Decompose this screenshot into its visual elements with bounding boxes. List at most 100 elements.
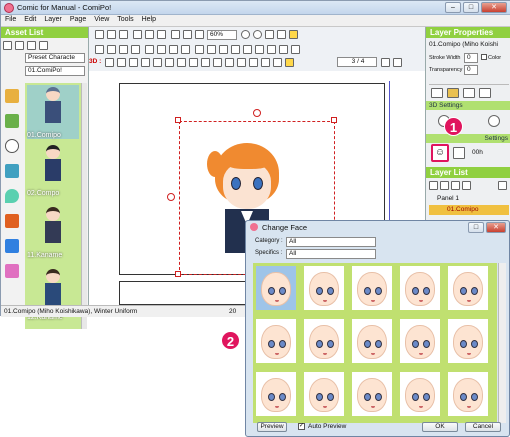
menu-layer[interactable]: Layer <box>40 15 66 24</box>
dialog-maximize-button[interactable]: □ <box>468 222 484 233</box>
layer-bottom-icon[interactable] <box>462 181 471 190</box>
last-page-icon[interactable] <box>393 58 402 67</box>
open-icon[interactable] <box>107 30 116 39</box>
dialog-close-button[interactable]: ✕ <box>486 222 506 233</box>
resize-handle-tr[interactable] <box>331 117 337 123</box>
preview-button[interactable]: Preview <box>257 422 287 432</box>
pan-icon[interactable] <box>153 58 162 67</box>
rotate-handle-left[interactable] <box>167 193 175 201</box>
panel-icon[interactable] <box>181 45 190 54</box>
rotate-y-icon[interactable] <box>117 58 126 67</box>
menu-tools[interactable]: Tools <box>113 15 137 24</box>
rotate-x-icon[interactable] <box>105 58 114 67</box>
menu-help[interactable]: Help <box>138 15 160 24</box>
fit-page-icon[interactable] <box>265 30 274 39</box>
outline-tab-icon[interactable] <box>463 88 475 98</box>
maximize-button[interactable]: □ <box>463 2 479 13</box>
asset-tool-c-icon[interactable] <box>27 41 36 50</box>
next-page-icon[interactable] <box>381 58 390 67</box>
reset-icon[interactable] <box>189 58 198 67</box>
group-icon[interactable] <box>145 45 154 54</box>
face-option[interactable] <box>400 319 440 363</box>
paste-icon[interactable] <box>157 30 166 39</box>
color-checkbox[interactable] <box>481 54 487 60</box>
asset-thumb-2[interactable]: 02.Compo <box>27 143 79 197</box>
view-front-icon[interactable] <box>249 58 258 67</box>
asset-tool-a-icon[interactable] <box>3 41 12 50</box>
align-icon[interactable] <box>237 58 246 67</box>
category-font-icon[interactable] <box>5 214 19 228</box>
layer-up-icon[interactable] <box>429 181 438 190</box>
lock-icon[interactable] <box>169 45 178 54</box>
redo-icon[interactable] <box>183 30 192 39</box>
page-indicator[interactable]: 3 / 4 <box>337 57 377 67</box>
transparency-input[interactable]: 0 <box>464 65 478 75</box>
asset-tool-b-icon[interactable] <box>15 41 24 50</box>
camera-icon[interactable] <box>165 58 174 67</box>
face-option[interactable] <box>352 372 392 416</box>
text-icon[interactable] <box>207 45 216 54</box>
face-option[interactable] <box>304 372 344 416</box>
view-side-icon[interactable] <box>261 58 270 67</box>
link-icon[interactable] <box>285 58 294 67</box>
character-tab-icon[interactable] <box>447 88 459 98</box>
face-option[interactable] <box>448 319 488 363</box>
zoom-in-icon[interactable] <box>241 30 250 39</box>
category-item-icon[interactable] <box>5 164 19 178</box>
category-background-icon[interactable] <box>5 114 19 128</box>
zoom-out-icon[interactable] <box>253 30 262 39</box>
cut-icon[interactable] <box>133 30 142 39</box>
menu-edit[interactable]: Edit <box>20 15 40 24</box>
face-option[interactable] <box>304 266 344 310</box>
category-image-icon[interactable] <box>5 239 19 253</box>
character-select[interactable]: 01.ComiPo! <box>25 66 85 76</box>
new-icon[interactable] <box>95 30 104 39</box>
zoom-select[interactable]: 60% <box>207 30 237 40</box>
send-back-icon[interactable] <box>131 45 140 54</box>
face-option[interactable] <box>400 266 440 310</box>
face-option[interactable] <box>400 372 440 416</box>
effect-tab-icon[interactable] <box>479 88 491 98</box>
change-hand-icon[interactable] <box>453 147 465 159</box>
resize-handle-bl[interactable] <box>175 271 181 277</box>
category-template-icon[interactable] <box>5 264 19 278</box>
category-character-icon[interactable] <box>5 89 19 103</box>
asset-scrollbar[interactable] <box>81 83 87 329</box>
flip-icon[interactable] <box>213 58 222 67</box>
cancel-button[interactable]: Cancel <box>465 422 501 432</box>
face-option[interactable] <box>352 319 392 363</box>
face-grid-scrollbar[interactable] <box>498 263 506 423</box>
face-option[interactable] <box>352 266 392 310</box>
image-icon[interactable] <box>231 45 240 54</box>
asset-tool-d-icon[interactable] <box>39 41 48 50</box>
face-category-select[interactable]: All <box>286 237 376 247</box>
category-balloon-icon[interactable] <box>5 139 19 153</box>
face-option[interactable] <box>256 266 296 310</box>
menu-file[interactable]: File <box>1 15 20 24</box>
remove-page-icon[interactable] <box>279 45 288 54</box>
copy-icon[interactable] <box>145 30 154 39</box>
save-icon[interactable] <box>119 30 128 39</box>
category-select[interactable]: Preset Characte <box>25 53 85 63</box>
face-option[interactable] <box>256 319 296 363</box>
prev-page-icon[interactable] <box>255 45 264 54</box>
balloon-icon[interactable] <box>195 45 204 54</box>
ok-button[interactable]: OK <box>422 422 458 432</box>
menu-view[interactable]: View <box>90 15 113 24</box>
move-down-icon[interactable] <box>107 45 116 54</box>
resize-handle-tl[interactable] <box>175 117 181 123</box>
close-button[interactable]: ✕ <box>481 2 507 13</box>
page-settings-icon[interactable] <box>291 45 300 54</box>
face-option[interactable] <box>448 372 488 416</box>
stroke-width-input[interactable]: 0 <box>464 53 478 63</box>
scale-icon[interactable] <box>225 58 234 67</box>
motion-settings-icon[interactable] <box>488 115 500 127</box>
layer-top-icon[interactable] <box>451 181 460 190</box>
grid-icon[interactable] <box>277 30 286 39</box>
layer-character-row[interactable]: 01.Comipo <box>429 205 509 215</box>
face-option[interactable] <box>448 266 488 310</box>
delete-icon[interactable] <box>195 30 204 39</box>
layer-panel-row[interactable]: Panel 1 <box>429 194 509 204</box>
first-page-icon[interactable] <box>243 45 252 54</box>
layer-down-icon[interactable] <box>440 181 449 190</box>
